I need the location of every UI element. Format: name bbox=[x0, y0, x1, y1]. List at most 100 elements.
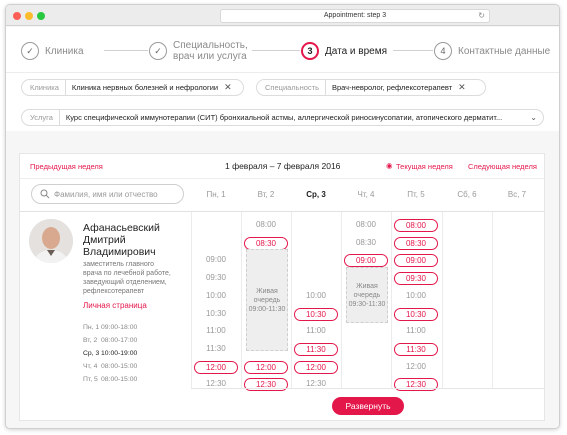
schedule-row: Пн, 1 09:00-18:00 bbox=[83, 324, 137, 331]
time-slot-tue[interactable]: 08:30 bbox=[244, 236, 288, 250]
schedule-header: Фамилия, имя или отчество Пн, 1 Вт, 2 Ср… bbox=[20, 178, 544, 212]
column-divider bbox=[191, 212, 192, 388]
radio-icon[interactable]: ◉ bbox=[386, 161, 393, 170]
step-specialty[interactable]: ✓ Специальность, врач или услуга bbox=[149, 40, 248, 62]
avatar bbox=[29, 219, 73, 263]
browser-window: Appointment: step 3 ↻ ✓ Клиника ✓ Специа… bbox=[5, 4, 560, 429]
schedule-hours: 10:00-19:00 bbox=[101, 350, 138, 357]
doctor-position: заместитель главного врача по лечебной р… bbox=[83, 260, 193, 296]
live-queue-tuesday: Живая очередь 09:00-11:30 bbox=[246, 249, 288, 351]
time-slot-fri[interactable]: 12:30 bbox=[394, 378, 438, 392]
filter-value: Курс специфической иммунотерапии (СИТ) б… bbox=[65, 113, 503, 122]
time-slot-wed[interactable]: 12:00 bbox=[294, 360, 338, 374]
time-slot-wed[interactable]: 11:30 bbox=[294, 342, 338, 356]
time-slot-fri: 10:00 bbox=[405, 290, 427, 300]
step-number: 3 bbox=[301, 42, 319, 60]
day-sun: Вс, 7 bbox=[507, 190, 527, 199]
day-mon: Пн, 1 bbox=[206, 190, 226, 199]
divider bbox=[191, 388, 544, 389]
day-sat: Сб, 6 bbox=[457, 190, 477, 199]
week-navigation: Предыдущая неделя 1 февраля – 7 февраля … bbox=[20, 154, 544, 178]
schedule-hours: 08:00-15:00 bbox=[101, 363, 138, 370]
url-text: Appointment: step 3 bbox=[323, 12, 387, 19]
doctor-name: Афанасьевский Дмитрий Владимирович bbox=[83, 222, 160, 258]
time-slot-wed: 10:00 bbox=[305, 290, 327, 300]
time-slot-fri[interactable]: 10:30 bbox=[394, 307, 438, 321]
day-fri: Пт, 5 bbox=[407, 190, 425, 199]
filter-value: Клиника нервных болезней и нефрологии bbox=[71, 83, 219, 92]
title-bar: Appointment: step 3 ↻ bbox=[6, 5, 559, 26]
minimize-window-icon[interactable] bbox=[25, 12, 33, 20]
schedule-hours: 08:00-17:00 bbox=[101, 337, 138, 344]
position-line: заведующий отделением, bbox=[83, 279, 167, 286]
search-placeholder: Фамилия, имя или отчество bbox=[54, 189, 158, 199]
week-range: 1 февраля – 7 февраля 2016 bbox=[225, 161, 341, 171]
schedule-card: Предыдущая неделя 1 февраля – 7 февраля … bbox=[19, 153, 545, 421]
column-divider bbox=[492, 212, 493, 388]
column-divider bbox=[241, 212, 242, 388]
time-slot-thu[interactable]: 09:00 bbox=[344, 254, 388, 268]
time-slot-mon: 09:30 bbox=[205, 273, 227, 283]
prev-week-link[interactable]: Предыдущая неделя bbox=[30, 162, 103, 171]
time-slot-fri[interactable]: 08:30 bbox=[394, 236, 438, 250]
schedule-body: Афанасьевский Дмитрий Владимирович замес… bbox=[20, 212, 544, 392]
close-icon[interactable]: ✕ bbox=[224, 82, 238, 93]
close-icon[interactable]: ✕ bbox=[458, 82, 472, 93]
time-slot-fri: 11:00 bbox=[406, 326, 426, 336]
time-slot-tue[interactable]: 12:00 bbox=[244, 360, 288, 374]
position-line: врача по лечебной работе, bbox=[83, 270, 171, 277]
search-input[interactable]: Фамилия, имя или отчество bbox=[31, 184, 184, 204]
time-slot-fri[interactable]: 09:30 bbox=[394, 272, 438, 286]
time-slot-mon[interactable]: 12:00 bbox=[194, 360, 238, 374]
position-line: рефлексотерапевт bbox=[83, 288, 145, 295]
service-filter[interactable]: Услуга Курс специфической иммунотерапии … bbox=[21, 109, 544, 126]
day-wed: Ср, 3 bbox=[306, 190, 326, 199]
specialty-filter[interactable]: Специальность Врач-невролог, рефлексотер… bbox=[256, 79, 486, 96]
zoom-window-icon[interactable] bbox=[37, 12, 45, 20]
search-icon bbox=[40, 189, 50, 199]
chevron-down-icon[interactable]: ⌄ bbox=[530, 113, 543, 122]
expand-button[interactable]: Развернуть bbox=[332, 397, 404, 415]
filter-label: Специальность bbox=[257, 80, 326, 95]
live-queue-thursday: Живая очередь 09:30-11:30 bbox=[346, 267, 388, 323]
step-connector bbox=[104, 50, 148, 51]
time-slot-thu: 08:30 bbox=[355, 237, 377, 247]
schedule-day: Чт, 4 bbox=[83, 363, 98, 370]
step-label: Специальность, врач или услуга bbox=[173, 40, 248, 62]
close-window-icon[interactable] bbox=[13, 12, 21, 20]
filter-value: Врач-невролог, рефлексотерапевт bbox=[332, 83, 453, 92]
step-clinic[interactable]: ✓ Клиника bbox=[21, 42, 84, 60]
time-slot-fri[interactable]: 08:00 bbox=[394, 219, 438, 232]
schedule-row: Вт, 2 08:00-17:00 bbox=[83, 337, 137, 344]
time-slot-mon: 12:30 bbox=[205, 379, 227, 389]
current-week-link[interactable]: Текущая неделя bbox=[396, 162, 453, 171]
day-thu: Чт, 4 bbox=[357, 190, 375, 199]
time-slot-tue[interactable]: 12:30 bbox=[244, 378, 288, 392]
next-week-link[interactable]: Следующая неделя bbox=[468, 162, 537, 171]
position-line: заместитель главного bbox=[83, 261, 155, 268]
address-bar[interactable]: Appointment: step 3 ↻ bbox=[220, 9, 490, 23]
step-label-line1: Специальность, bbox=[173, 40, 248, 51]
step-label: Дата и время bbox=[325, 45, 388, 57]
schedule-day: Пт, 5 bbox=[83, 376, 98, 383]
step-label: Клиника bbox=[45, 45, 84, 57]
time-slot-fri[interactable]: 09:00 bbox=[394, 254, 438, 268]
step-connector bbox=[252, 50, 300, 51]
reload-icon[interactable]: ↻ bbox=[478, 10, 485, 22]
time-slot-mon: 09:00 bbox=[205, 255, 227, 265]
time-slot-mon: 11:00 bbox=[206, 326, 226, 336]
doctor-page-link[interactable]: Личная страница bbox=[83, 301, 147, 310]
time-slot-fri[interactable]: 11:30 bbox=[394, 342, 438, 356]
step-datetime[interactable]: 3 Дата и время bbox=[301, 42, 387, 60]
step-contacts[interactable]: 4 Контактные данные bbox=[434, 42, 550, 60]
doctor-photo bbox=[29, 219, 73, 263]
step-label-line2: врач или услуга bbox=[173, 51, 247, 62]
clinic-filter[interactable]: Клиника Клиника нервных болезней и нефро… bbox=[21, 79, 244, 96]
time-slot-wed[interactable]: 10:30 bbox=[294, 307, 338, 321]
filter-label: Услуга bbox=[22, 110, 60, 125]
time-slot-fri: 12:00 bbox=[405, 361, 427, 371]
schedule-hours: 08:00-15:00 bbox=[101, 376, 138, 383]
step-label: Контактные данные bbox=[458, 45, 551, 57]
step-number: 4 bbox=[434, 42, 452, 60]
doctor-patronymic: Владимирович bbox=[83, 246, 156, 258]
